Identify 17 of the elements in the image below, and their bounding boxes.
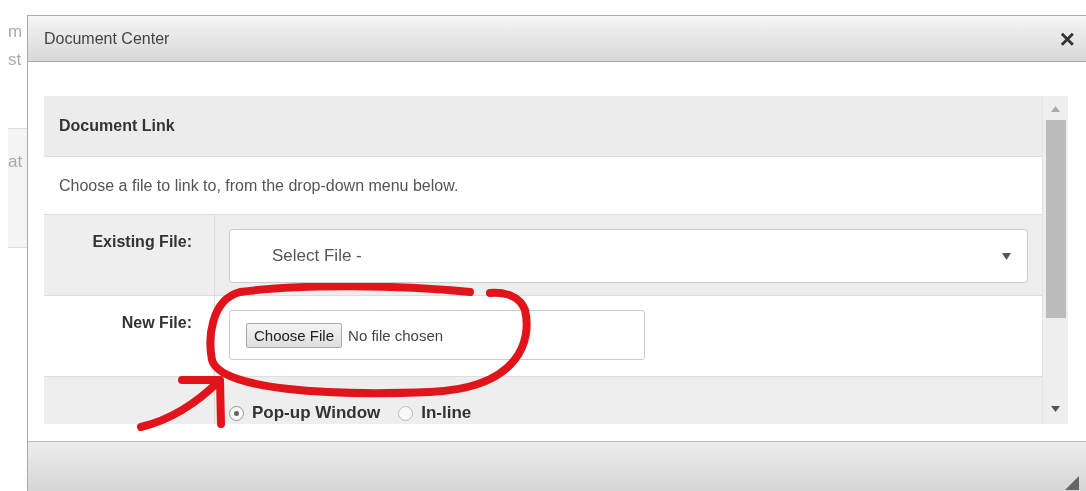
close-button[interactable]: × [1055, 25, 1079, 52]
background-text: m [8, 22, 23, 42]
choose-file-button[interactable]: Choose File [246, 322, 343, 348]
radio-option[interactable]: Pop-up Window [229, 389, 381, 424]
resize-grip-icon[interactable] [1065, 476, 1079, 490]
background-text: at [8, 152, 23, 172]
caret-icon [1002, 252, 1011, 260]
field-label: New File: [121, 314, 192, 333]
field-label: Existing File: [92, 233, 192, 252]
scrollbar[interactable] [1042, 96, 1068, 424]
window-title: Document Center [44, 29, 170, 48]
radio-option[interactable]: In-line [398, 389, 472, 424]
scroll-down-icon[interactable] [1051, 406, 1060, 412]
file-status-text: No file chosen [348, 326, 444, 344]
description-text: Choose a file to link to, from the drop-down menu below. [44, 157, 1042, 215]
background-text: st [8, 50, 22, 70]
file-select[interactable]: Select File - [229, 229, 1028, 283]
